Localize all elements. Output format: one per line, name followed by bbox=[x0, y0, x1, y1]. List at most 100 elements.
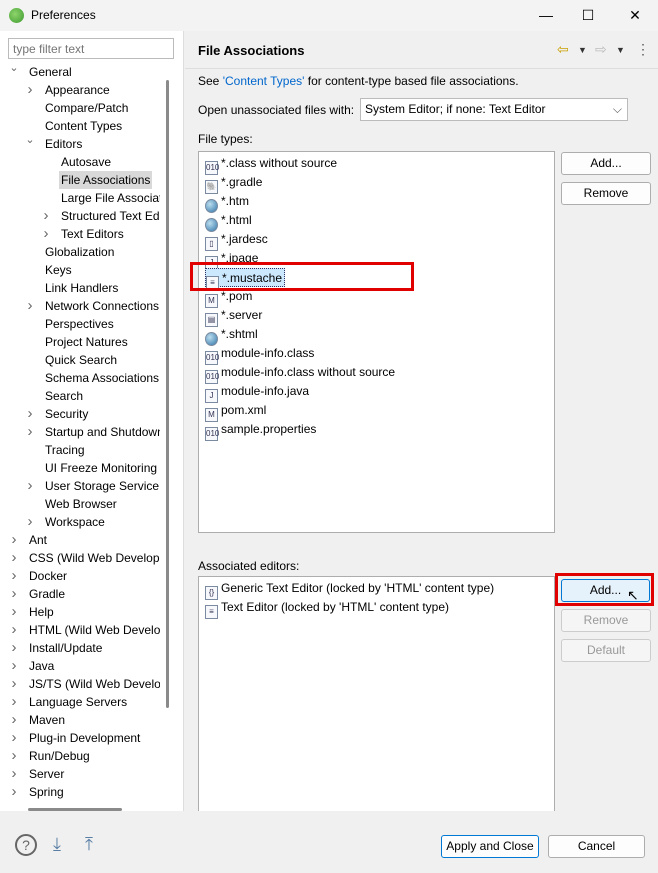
back-icon[interactable]: ⇦ bbox=[557, 41, 569, 58]
tree-item[interactable]: › Workspace bbox=[0, 513, 160, 531]
tree-item[interactable]: › Network Connections bbox=[0, 297, 160, 315]
list-item[interactable]: 010 sample.properties bbox=[205, 420, 316, 441]
tree-item[interactable]: › Startup and Shutdown bbox=[0, 423, 161, 441]
chevron-right-icon[interactable]: › bbox=[8, 729, 20, 747]
chevron-right-icon[interactable]: › bbox=[24, 423, 36, 441]
chevron-right-icon[interactable]: › bbox=[24, 297, 36, 315]
tree-item[interactable]: › Language Servers bbox=[0, 693, 160, 711]
minimize-button[interactable]: — bbox=[531, 4, 561, 26]
chevron-right-icon[interactable]: › bbox=[8, 585, 20, 603]
associated-editors-list[interactable]: {} Generic Text Editor (locked by 'HTML' … bbox=[198, 576, 555, 814]
chevron-right-icon[interactable]: › bbox=[40, 207, 52, 225]
back-menu-icon[interactable]: ▼ bbox=[578, 45, 587, 55]
import-icon[interactable]: ⤓ bbox=[46, 834, 68, 856]
open-unassociated-select[interactable]: System Editor; if none: Text Editor ⌵ bbox=[360, 98, 628, 121]
chevron-right-icon[interactable]: › bbox=[8, 621, 20, 639]
tree-item[interactable]: Compare/Patch bbox=[0, 99, 160, 117]
editor-remove-button[interactable]: Remove bbox=[561, 609, 651, 632]
filter-input[interactable] bbox=[8, 38, 174, 59]
file-type-remove-button[interactable]: Remove bbox=[561, 182, 651, 205]
tree-item[interactable]: UI Freeze Monitoring bbox=[0, 459, 160, 477]
tree-item[interactable]: › Java bbox=[0, 657, 160, 675]
tree-item[interactable]: › Help bbox=[0, 603, 160, 621]
list-item[interactable]: ≡ Text Editor (locked by 'HTML' content t… bbox=[205, 598, 449, 619]
tree-item[interactable]: Link Handlers bbox=[0, 279, 160, 297]
tree-item[interactable]: › Text Editors bbox=[0, 225, 160, 243]
chevron-right-icon[interactable]: › bbox=[40, 225, 52, 243]
chevron-right-icon[interactable]: › bbox=[24, 81, 36, 99]
tree-item[interactable]: Tracing bbox=[0, 441, 160, 459]
export-icon[interactable]: ⤒ bbox=[78, 834, 100, 856]
list-item[interactable]: ●*.shtml bbox=[205, 325, 258, 346]
tree-vertical-scrollbar[interactable] bbox=[166, 80, 169, 708]
list-item[interactable]: ●*.html bbox=[205, 211, 252, 232]
chevron-right-icon[interactable]: › bbox=[8, 765, 20, 783]
forward-menu-icon[interactable]: ▼ bbox=[616, 45, 625, 55]
file-types-list[interactable]: 010*.class without source🐘*.gradle●*.htm… bbox=[198, 151, 555, 533]
chevron-right-icon[interactable]: › bbox=[8, 783, 20, 801]
tree-item[interactable]: › Install/Update bbox=[0, 639, 160, 657]
tree-item[interactable]: › Structured Text Editors bbox=[0, 207, 161, 225]
tree-item[interactable]: › JS/TS (Wild Web Developer) bbox=[0, 675, 161, 693]
tree-item[interactable]: › HTML (Wild Web Developer) bbox=[0, 621, 161, 639]
tree-item[interactable]: Schema Associations bbox=[0, 369, 160, 387]
file-type-add-button[interactable]: Add... bbox=[561, 152, 651, 175]
tree-item[interactable]: Keys bbox=[0, 261, 160, 279]
list-item[interactable]: Jmodule-info.java bbox=[205, 382, 309, 403]
chevron-right-icon[interactable]: › bbox=[8, 567, 20, 585]
list-item[interactable]: 🐘 *.gradle bbox=[205, 173, 262, 194]
tree-item[interactable]: ⌄ General bbox=[0, 63, 160, 81]
maximize-button[interactable]: ☐ bbox=[573, 4, 603, 26]
tree-item[interactable]: › Ant bbox=[0, 531, 160, 549]
tree-item[interactable]: › Spring bbox=[0, 783, 160, 801]
apply-and-close-button[interactable]: Apply and Close bbox=[441, 835, 539, 858]
tree-item[interactable]: Large File Associations bbox=[0, 189, 160, 207]
list-item[interactable]: 010 *.class without source bbox=[205, 154, 337, 175]
tree-item[interactable]: › User Storage Service bbox=[0, 477, 160, 495]
forward-icon[interactable]: ⇨ bbox=[595, 41, 607, 58]
list-item[interactable]: ▤ *.server bbox=[205, 306, 262, 327]
chevron-right-icon[interactable]: › bbox=[8, 693, 20, 711]
cancel-button[interactable]: Cancel bbox=[548, 835, 645, 858]
list-item[interactable]: 010 module-info.class bbox=[205, 344, 314, 365]
tree-item[interactable]: › Plug-in Development bbox=[0, 729, 160, 747]
tree-item[interactable]: Globalization bbox=[0, 243, 160, 261]
tree-item[interactable]: › CSS (Wild Web Developer) bbox=[0, 549, 161, 567]
tree-item[interactable]: Autosave bbox=[0, 153, 160, 171]
chevron-right-icon[interactable]: › bbox=[24, 513, 36, 531]
tree-item[interactable]: › Docker bbox=[0, 567, 160, 585]
list-item[interactable]: ▯ *.jardesc bbox=[205, 230, 268, 251]
chevron-right-icon[interactable]: › bbox=[24, 405, 36, 423]
tree-item[interactable]: › Gradle bbox=[0, 585, 160, 603]
list-item[interactable]: 010 module-info.class without source bbox=[205, 363, 395, 384]
tree-item[interactable]: › Run/Debug bbox=[0, 747, 160, 765]
tree-item[interactable]: Search bbox=[0, 387, 160, 405]
list-item[interactable]: Mpom.xml bbox=[205, 401, 266, 422]
chevron-right-icon[interactable]: › bbox=[8, 639, 20, 657]
tree-item[interactable]: Project Natures bbox=[0, 333, 160, 351]
chevron-right-icon[interactable]: › bbox=[8, 657, 20, 675]
tree-item[interactable]: › Maven bbox=[0, 711, 160, 729]
chevron-right-icon[interactable]: › bbox=[8, 549, 20, 567]
tree-item[interactable]: Web Browser bbox=[0, 495, 160, 513]
help-icon[interactable]: ? bbox=[15, 834, 37, 856]
tree-item[interactable]: ⌄ Editors bbox=[0, 134, 160, 153]
list-item[interactable]: ●*.htm bbox=[205, 192, 249, 213]
list-item[interactable]: {} Generic Text Editor (locked by 'HTML' … bbox=[205, 579, 494, 600]
view-menu-icon[interactable]: ⋮ bbox=[636, 41, 650, 58]
chevron-right-icon[interactable]: › bbox=[8, 747, 20, 765]
tree-item[interactable]: Quick Search bbox=[0, 351, 160, 369]
chevron-right-icon[interactable]: › bbox=[8, 531, 20, 549]
chevron-right-icon[interactable]: › bbox=[8, 603, 20, 621]
tree-item[interactable]: › Security bbox=[0, 405, 160, 423]
chevron-down-icon[interactable]: ⌄ bbox=[8, 63, 20, 77]
tree-item[interactable]: Perspectives bbox=[0, 315, 160, 333]
tree-item[interactable]: File Associations bbox=[0, 171, 160, 189]
content-types-link[interactable]: 'Content Types' bbox=[223, 74, 305, 88]
default-button[interactable]: Default bbox=[561, 639, 651, 662]
chevron-right-icon[interactable]: › bbox=[8, 711, 20, 729]
tree-item[interactable]: › Server bbox=[0, 765, 160, 783]
chevron-down-icon[interactable]: ⌄ bbox=[24, 131, 36, 149]
chevron-right-icon[interactable]: › bbox=[8, 675, 20, 693]
close-button[interactable]: ✕ bbox=[620, 4, 650, 26]
